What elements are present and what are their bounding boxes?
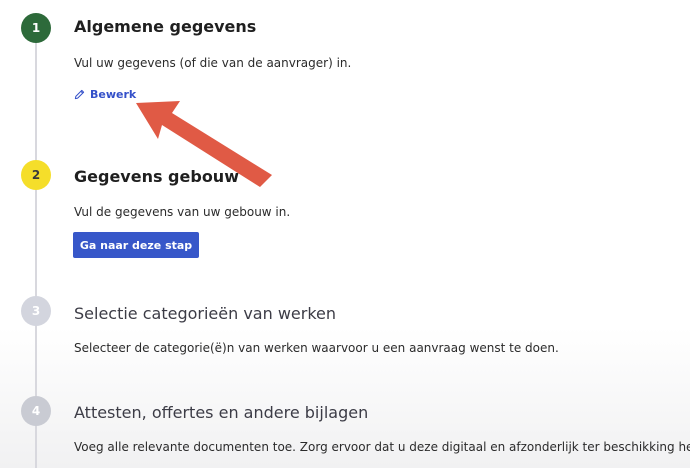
edit-link-label: Bewerk xyxy=(90,88,137,101)
step-4-title: Attesten, offertes en andere bijlagen xyxy=(74,403,369,422)
wizard-page: 1 Algemene gegevens Vul uw gegevens (of … xyxy=(0,0,690,468)
step-2-description: Vul de gegevens van uw gebouw in. xyxy=(74,205,291,219)
step-1-description: Vul uw gegevens (of die van de aanvrager… xyxy=(74,56,352,70)
step-3-description: Selecteer de categorie(ë)n van werken wa… xyxy=(74,341,559,355)
step-1-indicator: 1 xyxy=(21,13,51,43)
edit-link[interactable]: Bewerk xyxy=(74,88,136,101)
step-3-indicator: 3 xyxy=(21,296,51,326)
step-2-title: Gegevens gebouw xyxy=(74,167,239,186)
step-4-indicator: 4 xyxy=(21,396,51,426)
step-4-description: Voeg alle relevante documenten toe. Zorg… xyxy=(74,440,690,454)
step-3-title: Selectie categorieën van werken xyxy=(74,304,337,323)
step-2-indicator: 2 xyxy=(21,160,51,190)
pencil-icon xyxy=(74,89,85,100)
step-1-title: Algemene gegevens xyxy=(74,17,257,36)
go-to-step-button[interactable]: Ga naar deze stap xyxy=(73,232,199,258)
